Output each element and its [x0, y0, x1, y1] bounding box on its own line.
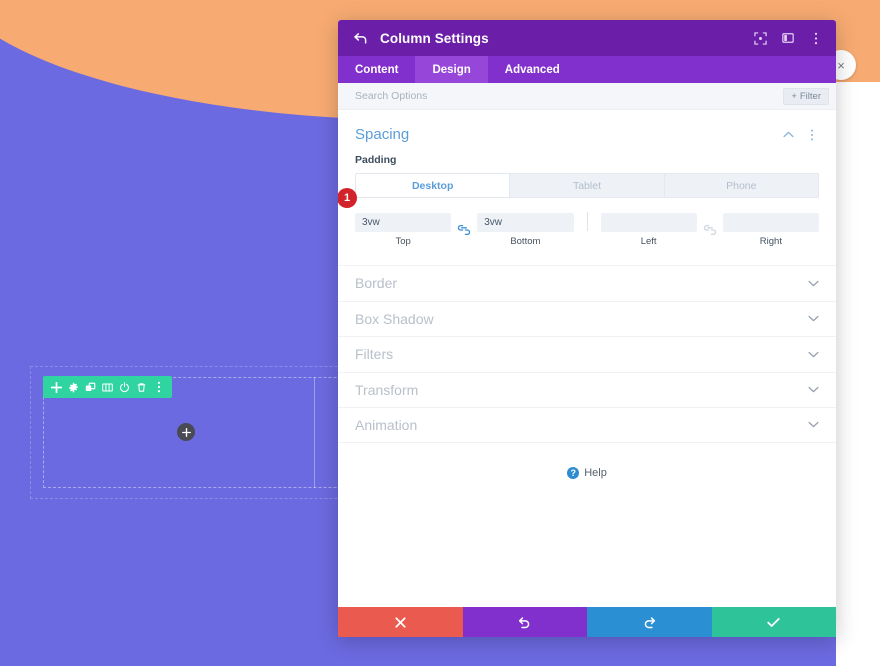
help-label: Help	[584, 466, 607, 479]
check-icon	[767, 617, 780, 627]
padding-right-input[interactable]	[722, 213, 819, 232]
device-tab-tablet[interactable]: Tablet	[510, 174, 665, 197]
padding-top-field: Top	[355, 212, 452, 247]
chevron-down-icon[interactable]	[808, 351, 819, 358]
padding-right-field: Right	[722, 212, 819, 247]
step-badge-1: 1	[338, 188, 357, 208]
link-values-icon[interactable]	[697, 220, 723, 239]
gear-icon[interactable]	[65, 376, 82, 398]
spacing-section-title: Spacing	[355, 126, 410, 143]
section-label: Border	[355, 275, 398, 292]
modal-tab-bar: Content Design Advanced	[338, 56, 836, 83]
back-arrow-icon[interactable]	[354, 32, 367, 44]
right-white-gutter	[836, 0, 880, 666]
cancel-button[interactable]	[338, 607, 463, 637]
padding-group-divider	[586, 212, 588, 231]
save-button[interactable]	[711, 607, 836, 637]
padding-field-label: Padding	[355, 154, 397, 166]
section-box-shadow[interactable]: Box Shadow	[338, 300, 836, 337]
redo-button[interactable]	[587, 607, 712, 637]
column-hover-toolbar[interactable]	[43, 376, 172, 398]
power-icon[interactable]	[116, 376, 133, 398]
columns-icon[interactable]	[99, 376, 116, 398]
section-label: Animation	[355, 416, 418, 433]
column-divider	[314, 377, 315, 488]
section-animation[interactable]: Animation	[338, 407, 836, 443]
padding-inputs-row: Top Bottom Lef	[355, 212, 819, 247]
search-input[interactable]	[355, 90, 784, 102]
redo-icon	[644, 616, 655, 628]
collapsed-sections-list: Border Box Shadow Filters Transform Anim…	[338, 265, 836, 443]
device-tab-desktop[interactable]: Desktop	[356, 174, 511, 197]
tab-design[interactable]: Design	[415, 56, 488, 83]
kebab-icon[interactable]	[805, 128, 819, 142]
undo-button[interactable]	[462, 607, 587, 637]
kebab-icon[interactable]	[150, 376, 167, 398]
add-icon[interactable]	[48, 376, 65, 398]
titlebar-icon-group	[753, 30, 823, 46]
trash-icon[interactable]	[133, 376, 150, 398]
section-label: Filters	[355, 346, 394, 363]
column-settings-modal: Column Settings Content Design Advanced	[338, 20, 836, 637]
padding-top-caption: Top	[395, 236, 411, 247]
padding-left-input[interactable]	[600, 213, 697, 232]
add-module-button[interactable]	[177, 423, 195, 441]
modal-titlebar: Column Settings	[338, 20, 836, 56]
plus-icon: +	[791, 90, 797, 102]
duplicate-icon[interactable]	[82, 376, 99, 398]
padding-vertical-group: Top Bottom	[355, 212, 574, 247]
chevron-down-icon[interactable]	[808, 421, 819, 428]
undo-icon	[519, 616, 530, 628]
section-border[interactable]: Border	[338, 265, 836, 301]
padding-left-field: Left	[600, 212, 697, 247]
tab-advanced[interactable]: Advanced	[488, 56, 577, 83]
device-tab-phone[interactable]: Phone	[665, 174, 818, 197]
section-label: Transform	[355, 381, 419, 398]
expand-icon[interactable]	[753, 30, 767, 46]
search-bar: + Filter	[338, 83, 836, 110]
section-transform[interactable]: Transform	[338, 371, 836, 408]
modal-footer	[338, 607, 836, 637]
filter-button-label: Filter	[799, 90, 821, 102]
padding-top-input[interactable]	[355, 213, 452, 232]
chevron-up-icon[interactable]	[781, 128, 795, 142]
question-mark-icon: ?	[567, 466, 580, 479]
padding-bottom-field: Bottom	[477, 212, 574, 247]
plus-icon	[181, 427, 191, 437]
kebab-icon[interactable]	[809, 30, 823, 46]
screen: × Column Settings Content Design Advance…	[0, 0, 880, 666]
padding-horizontal-group: Left Right	[600, 212, 819, 247]
tab-content[interactable]: Content	[338, 56, 415, 83]
device-tab-group: Desktop Tablet Phone	[355, 173, 819, 198]
chevron-down-icon[interactable]	[808, 280, 819, 287]
chevron-down-icon[interactable]	[808, 386, 819, 393]
help-link[interactable]: ? Help	[338, 466, 836, 479]
close-icon	[395, 616, 406, 628]
close-icon: ×	[837, 57, 845, 73]
modal-body: Spacing Padding Desktop Tablet Phone 3vw…	[338, 110, 836, 607]
spacing-section-header[interactable]: Spacing	[355, 110, 819, 154]
panel-layout-icon[interactable]	[781, 30, 795, 46]
link-values-icon[interactable]	[451, 220, 477, 239]
padding-right-caption: Right	[759, 236, 782, 247]
spacing-section: Spacing Padding Desktop Tablet Phone 3vw…	[338, 110, 836, 247]
padding-bottom-caption: Bottom	[510, 236, 541, 247]
chevron-down-icon[interactable]	[808, 315, 819, 322]
filter-button[interactable]: + Filter	[783, 87, 829, 105]
section-filters[interactable]: Filters	[338, 336, 836, 372]
section-label: Box Shadow	[355, 310, 434, 327]
padding-left-caption: Left	[640, 236, 657, 247]
page-title: Column Settings	[380, 30, 489, 46]
padding-bottom-input[interactable]	[477, 213, 574, 232]
